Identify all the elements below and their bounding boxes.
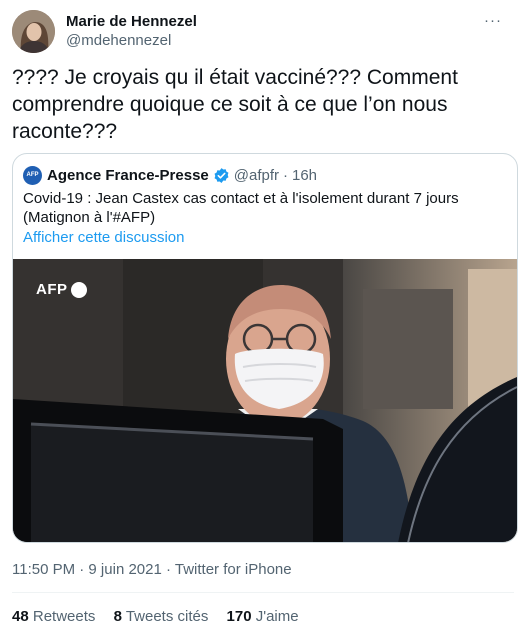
afp-watermark-text: AFP <box>36 281 68 298</box>
quoted-timestamp[interactable]: 16h <box>292 167 317 184</box>
quoted-author-name[interactable]: Agence France-Presse <box>47 167 209 184</box>
verified-badge-icon <box>213 167 230 184</box>
header-separator: · <box>283 166 288 184</box>
afp-logo-icon: AFP <box>23 165 42 185</box>
quotes-label: Tweets cités <box>125 608 209 625</box>
author-handle[interactable]: @mdehennezel <box>66 32 171 49</box>
quoted-tweet-header: AFP Agence France-Presse @afpfr · 16h <box>23 165 317 185</box>
quote-tweets-stat[interactable]: 8 Tweets cités <box>114 608 227 625</box>
retweets-count: 48 <box>12 608 29 625</box>
more-options-button[interactable]: ··· <box>484 12 502 29</box>
afp-dot-icon <box>70 281 87 298</box>
quoted-tweet-image[interactable]: AFP <box>13 259 517 542</box>
show-thread-link[interactable]: Afficher cette discussion <box>23 229 184 246</box>
retweets-label: Retweets <box>32 608 96 625</box>
likes-stat[interactable]: 170 J'aime <box>227 608 313 625</box>
quoted-tweet[interactable]: AFP Agence France-Presse @afpfr · 16h Co… <box>12 153 518 543</box>
tweet-text: ???? Je croyais qu il était vacciné??? C… <box>12 66 458 143</box>
tweet-stats: 48 Retweets 8 Tweets cités 170 J'aime <box>12 608 313 625</box>
quotes-count: 8 <box>113 608 122 625</box>
quoted-author-handle[interactable]: @afpfr <box>234 167 279 184</box>
quoted-tweet-text: Covid-19 : Jean Castex cas contact et à … <box>23 190 459 226</box>
tweet-meta[interactable]: 11:50 PM · 9 juin 2021 · Twitter for iPh… <box>12 561 292 578</box>
afp-watermark: AFP <box>36 281 87 298</box>
retweets-stat[interactable]: 48 Retweets <box>12 608 114 625</box>
author-avatar[interactable] <box>12 10 55 53</box>
avatar-photo <box>12 10 55 53</box>
likes-count: 170 <box>226 608 252 625</box>
divider <box>12 592 514 593</box>
author-name[interactable]: Marie de Hennezel <box>66 13 197 30</box>
likes-label: J'aime <box>255 608 299 625</box>
news-photo <box>13 259 517 542</box>
